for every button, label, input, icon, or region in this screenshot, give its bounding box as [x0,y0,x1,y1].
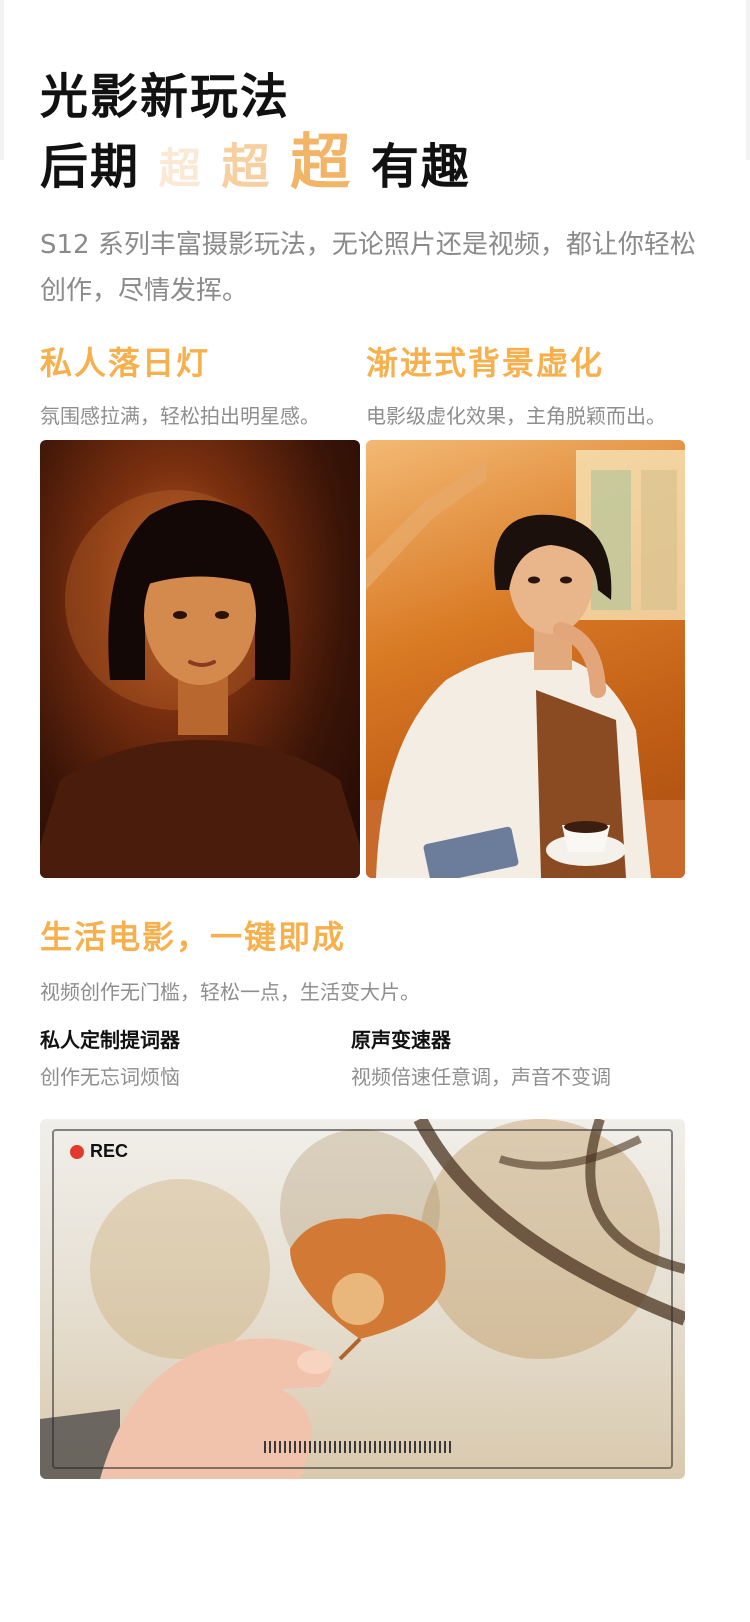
feature-desc: 电影级虚化效果，主角脱颖而出。 [366,404,666,428]
feature-title: 私人落日灯 [40,344,211,382]
headline-line-1: 光影新玩法 [40,69,291,125]
life-movie-section: 生活电影，一键即成 视频创作无门槛，轻松一点，生活变大片。 [40,912,420,1005]
sub-feature-teleprompter: 私人定制提词器 创作无忘词烦恼 [40,1024,180,1090]
rec-label: REC [90,1141,129,1161]
rec-indicator: REC [70,1141,128,1162]
feature-sunset-light: 私人落日灯 氛围感拉满，轻松拍出明星感。 [40,338,320,429]
viewfinder-frame [52,1129,673,1469]
feature-title: 渐进式背景虚化 [366,344,605,382]
timeline-ticks [264,1441,452,1453]
sub-feature-desc: 视频倍速任意调，声音不变调 [351,1065,611,1089]
headline-prefix: 后期 [40,139,141,195]
sunset-portrait-photo [40,440,360,878]
sub-feature-desc: 创作无忘词烦恼 [40,1065,180,1089]
headline: 光影新玩法 后期 超 超 超 有趣 [40,64,471,202]
sub-feature-title: 私人定制提词器 [40,1028,180,1052]
feature-desc: 氛围感拉满，轻松拍出明星感。 [40,404,320,428]
headline-super-3: 超 [290,128,353,198]
background-blur-photo [366,440,685,878]
headline-super-1: 超 [158,144,203,193]
section-title: 生活电影，一键即成 [40,918,347,956]
portrait-illustration [40,490,360,878]
feature-background-blur: 渐进式背景虚化 电影级虚化效果，主角脱颖而出。 [366,338,666,429]
section-desc: 视频创作无门槛，轻松一点，生活变大片。 [40,980,420,1004]
headline-line-2: 后期 超 超 超 有趣 [40,130,471,202]
sub-feature-speed-changer: 原声变速器 视频倍速任意调，声音不变调 [351,1024,611,1090]
intro-text: S12 系列丰富摄影玩法，无论照片还是视频，都让你轻松创作，尽情发挥。 [40,230,696,306]
decorative-edge-left [0,0,4,160]
video-recording-preview: REC [40,1119,685,1479]
portrait-illustration [366,450,685,878]
decorative-edge-right [746,0,750,160]
sub-feature-title: 原声变速器 [351,1028,451,1052]
headline-super-2: 超 [221,139,272,195]
record-dot-icon [70,1144,84,1159]
headline-suffix: 有趣 [370,139,471,195]
